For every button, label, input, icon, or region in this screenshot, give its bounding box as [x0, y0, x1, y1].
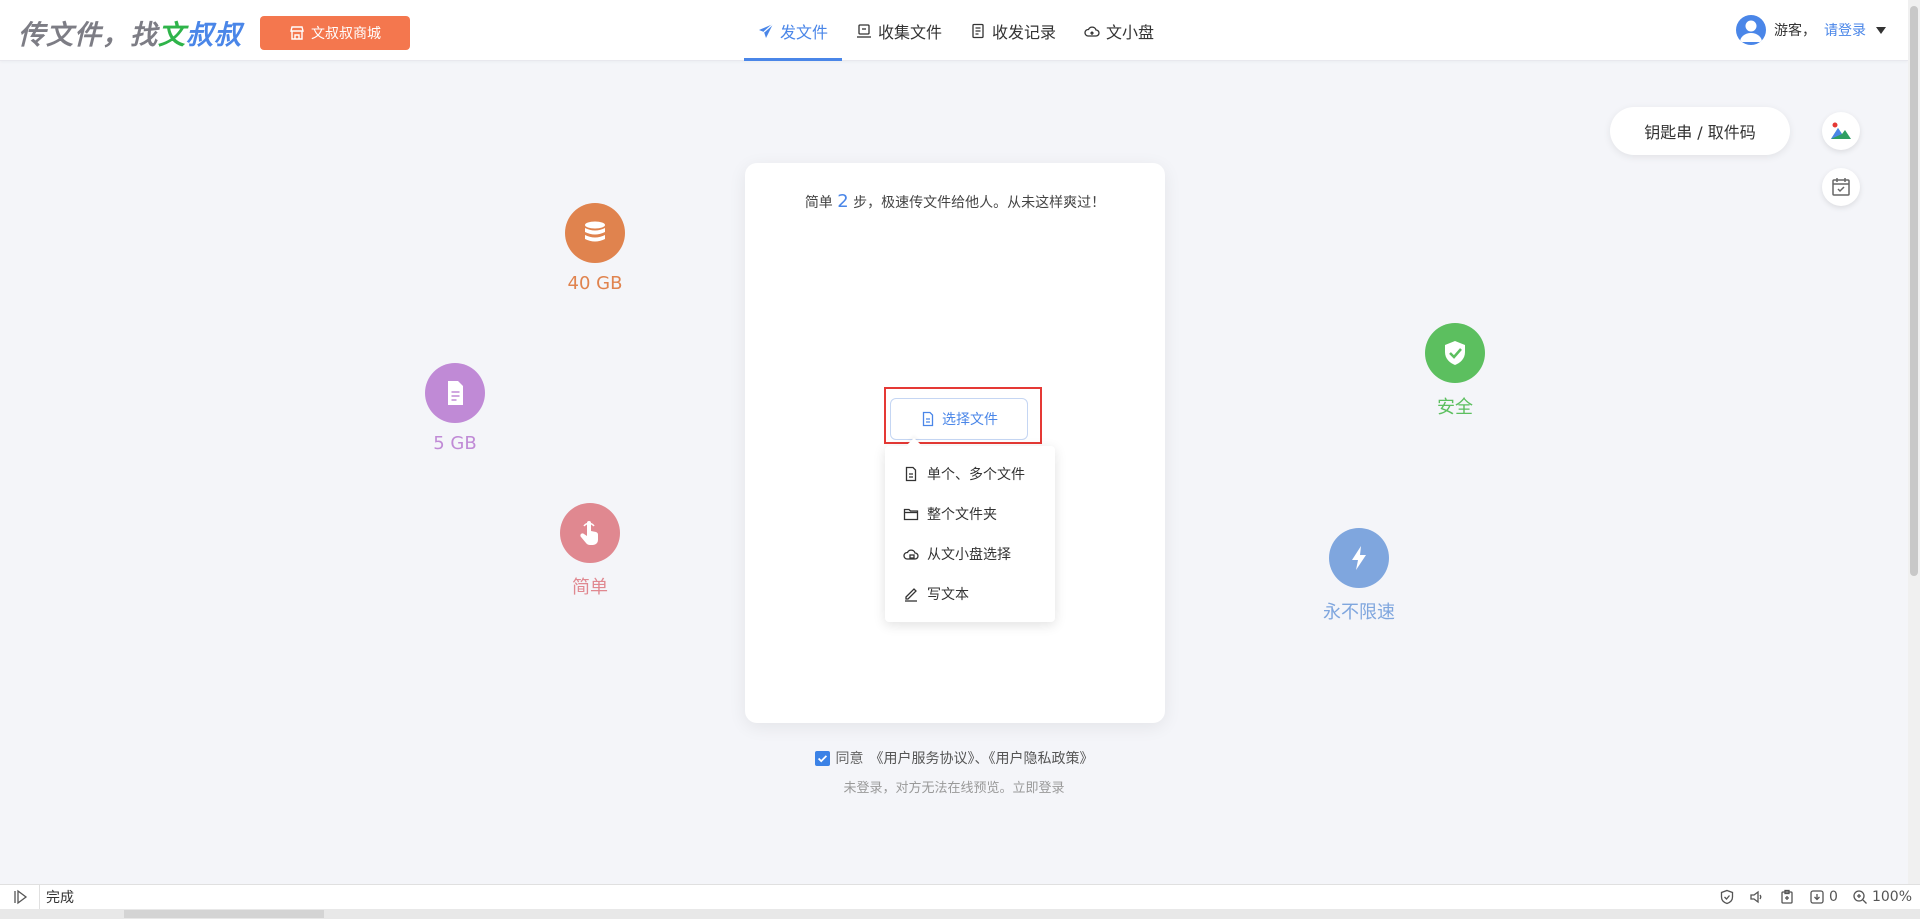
database-icon [565, 203, 625, 263]
top-header: 传文件，找文叔叔 文叔叔商城 发文件 收集文件 收发记录 文小盘 游客， 请登录 [0, 0, 1908, 61]
file-icon [905, 466, 917, 482]
calendar-button[interactable] [1822, 168, 1860, 206]
download-icon[interactable] [1809, 889, 1825, 905]
hand-pointer-icon [560, 503, 620, 563]
shop-button[interactable]: 文叔叔商城 [260, 16, 410, 50]
feature-secure: 安全 [1395, 323, 1515, 419]
feature-40gb: 40 GB [535, 203, 655, 294]
vertical-scrollbar[interactable] [1908, 0, 1920, 884]
upload-card: 简单 2 步，极速传文件给他人。从未这样爽过！ 选择文件 单个、多个文件 整个文… [745, 163, 1165, 723]
main-nav: 发文件 收集文件 收发记录 文小盘 [744, 0, 1168, 61]
select-file-dropdown: 单个、多个文件 整个文件夹 从文小盘选择 写文本 [885, 446, 1055, 622]
cloud-disk-icon [1084, 25, 1100, 37]
feature-no-speed-limit: 永不限速 [1299, 528, 1419, 624]
collect-icon [857, 23, 872, 38]
select-file-button[interactable]: 选择文件 [890, 398, 1028, 440]
document-icon [425, 363, 485, 423]
login-notice[interactable]: 未登录，对方无法在线预览。立即登录 [0, 777, 1908, 796]
shield-check-icon [1425, 323, 1485, 383]
chevron-down-icon[interactable] [1876, 26, 1886, 34]
store-icon [290, 26, 304, 40]
file-icon [922, 411, 934, 427]
shield-icon[interactable] [1719, 889, 1735, 905]
tab-cloud-disk[interactable]: 文小盘 [1070, 0, 1168, 61]
user-icon [1740, 20, 1762, 42]
logo[interactable]: 传文件，找文叔叔 [18, 13, 242, 52]
guest-label: 游客， [1774, 23, 1816, 39]
download-count: 0 [1829, 889, 1838, 905]
login-link[interactable]: 请登录 [1824, 20, 1866, 40]
agreement-links[interactable]: 《用户服务协议》、《用户隐私政策》 [870, 748, 1094, 768]
avatar[interactable] [1736, 15, 1766, 45]
agree-checkbox[interactable] [814, 750, 830, 766]
send-icon [759, 23, 774, 38]
menu-item-write-text[interactable]: 写文本 [885, 574, 1055, 614]
record-icon [972, 23, 984, 38]
folder-icon [903, 508, 919, 521]
feature-simple: 简单 [530, 503, 650, 599]
agreement-row: 同意 《用户服务协议》、《用户隐私政策》 [0, 748, 1908, 769]
clipboard-icon[interactable] [1779, 889, 1795, 905]
browser-status-bar: 完成 0 100% [0, 884, 1920, 909]
pen-icon [905, 588, 917, 602]
image-icon [1831, 122, 1851, 139]
play-icon[interactable] [0, 885, 40, 909]
user-menu[interactable]: 游客， 请登录 [1736, 15, 1886, 45]
lightning-icon [1329, 528, 1389, 588]
wallpaper-button[interactable] [1822, 112, 1860, 150]
horizontal-scrollbar[interactable] [0, 909, 1920, 919]
tagline: 简单 2 步，极速传文件给他人。从未这样爽过！ [804, 191, 1106, 212]
tab-collect-files[interactable]: 收集文件 [842, 0, 956, 61]
calendar-icon [1832, 178, 1850, 196]
feature-5gb: 5 GB [395, 363, 515, 454]
tab-send-file[interactable]: 发文件 [744, 0, 843, 61]
tab-records[interactable]: 收发记录 [956, 0, 1070, 61]
keychain-pickup-code-button[interactable]: 钥匙串 / 取件码 [1610, 107, 1790, 155]
status-text: 完成 [46, 890, 74, 906]
menu-item-whole-folder[interactable]: 整个文件夹 [885, 494, 1055, 534]
scrollbar-thumb[interactable] [1910, 6, 1918, 576]
menu-item-single-multiple-files[interactable]: 单个、多个文件 [885, 454, 1055, 494]
zoom-level: 100% [1871, 889, 1912, 905]
speaker-icon[interactable] [1749, 889, 1765, 905]
highlight-box: 选择文件 [884, 387, 1042, 444]
menu-item-from-cloud-disk[interactable]: 从文小盘选择 [885, 534, 1055, 574]
horizontal-scrollbar-thumb[interactable] [124, 910, 324, 918]
shop-button-label: 文叔叔商城 [311, 26, 381, 42]
cloud-disk-icon [903, 549, 919, 560]
checkmark-icon [817, 754, 827, 762]
zoom-icon[interactable] [1852, 889, 1868, 905]
